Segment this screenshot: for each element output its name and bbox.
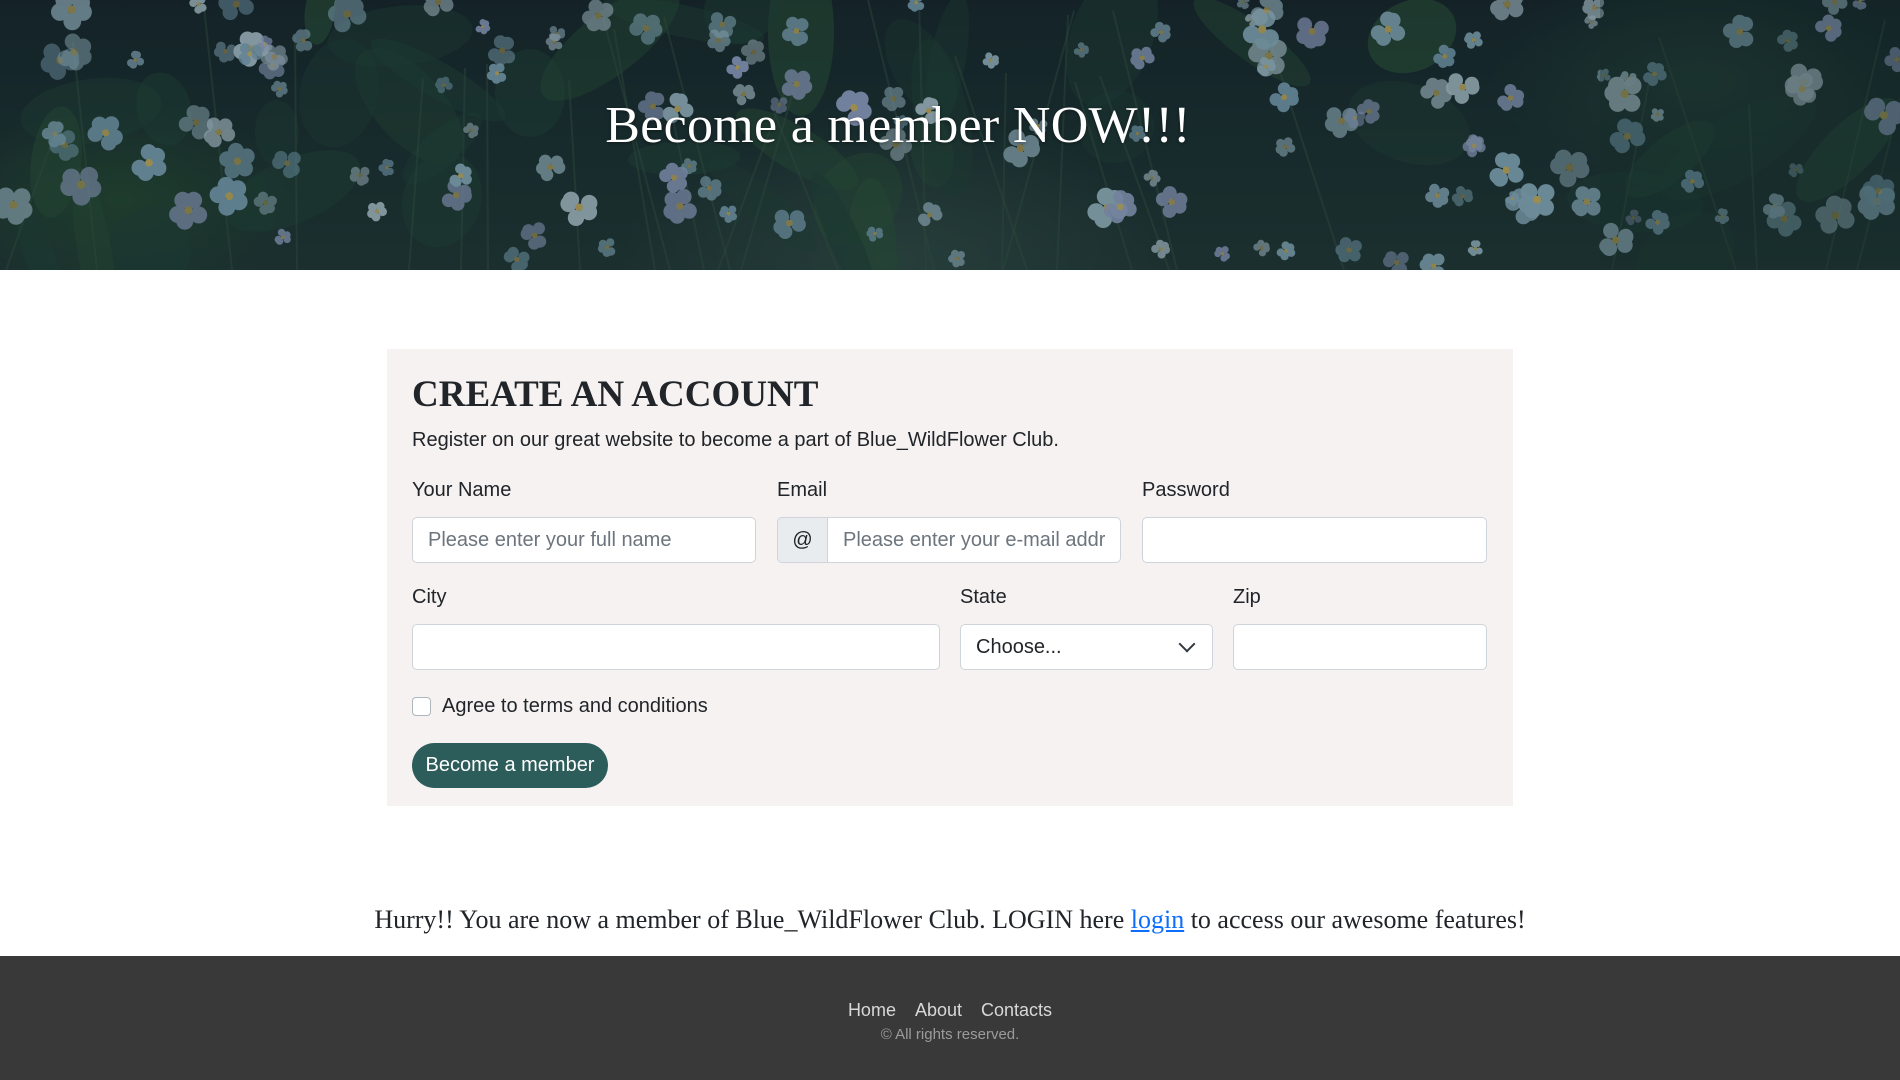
at-sign-addon: @ <box>777 517 828 563</box>
footer-link-about[interactable]: About <box>915 1000 962 1021</box>
login-notice: Hurry!! You are now a member of Blue_Wil… <box>0 905 1900 935</box>
full-name-input[interactable] <box>412 517 756 563</box>
footer: Home About Contacts © All rights reserve… <box>0 956 1900 1080</box>
notice-text-before: Hurry!! You are now a member of Blue_Wil… <box>374 905 1131 934</box>
password-input[interactable] <box>1142 517 1487 563</box>
copyright-text: © All rights reserved. <box>880 1026 1020 1043</box>
notice-text-after: to access our awesome features! <box>1184 905 1526 934</box>
email-input[interactable] <box>827 517 1121 563</box>
hero-title: Become a member NOW!!! <box>605 97 1191 154</box>
zip-input[interactable] <box>1233 624 1487 670</box>
state-selected-value: Choose... <box>976 635 1062 658</box>
name-label: Your Name <box>412 479 512 501</box>
password-label: Password <box>1142 479 1230 501</box>
create-account-card: CREATE AN ACCOUNT Register on our great … <box>387 349 1513 806</box>
hero-banner: Become a member NOW!!! <box>0 0 1900 270</box>
chevron-down-icon <box>1178 635 1196 653</box>
become-member-button[interactable]: Become a member <box>412 743 608 788</box>
form-title: CREATE AN ACCOUNT <box>412 374 819 415</box>
form-subtitle: Register on our great website to become … <box>412 429 1059 451</box>
login-link[interactable]: login <box>1131 905 1184 934</box>
terms-row: Agree to terms and conditions <box>412 695 708 718</box>
terms-checkbox[interactable] <box>412 697 431 716</box>
state-select[interactable]: Choose... <box>960 624 1213 670</box>
footer-nav: Home About Contacts <box>0 1000 1900 1021</box>
footer-link-home[interactable]: Home <box>848 1000 896 1021</box>
email-input-group: @ <box>777 517 1121 563</box>
zip-label: Zip <box>1233 586 1261 608</box>
state-label: State <box>960 586 1007 608</box>
city-label: City <box>412 586 447 608</box>
city-input[interactable] <box>412 624 940 670</box>
email-label: Email <box>777 479 828 501</box>
terms-label[interactable]: Agree to terms and conditions <box>442 695 708 718</box>
footer-link-contacts[interactable]: Contacts <box>981 1000 1052 1021</box>
